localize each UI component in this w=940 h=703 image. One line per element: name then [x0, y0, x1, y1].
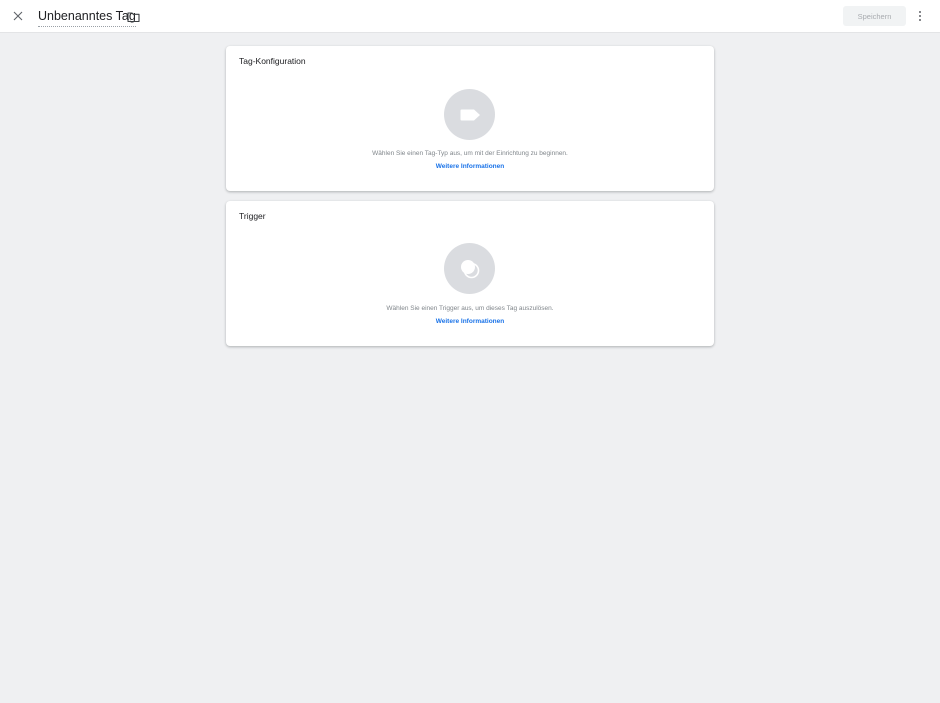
tag-icon	[444, 89, 495, 140]
card-description: Wählen Sie einen Tag-Typ aus, um mit der…	[372, 150, 568, 157]
card-description: Wählen Sie einen Trigger aus, um dieses …	[386, 305, 554, 312]
trigger-card[interactable]: Trigger Wählen Sie einen Trigger aus, um…	[226, 201, 714, 346]
folder-icon[interactable]	[127, 10, 140, 23]
learn-more-link-wrapper: Weitere Informationen	[226, 318, 714, 325]
close-icon[interactable]	[11, 9, 25, 23]
tag-name-field[interactable]: Unbenanntes Tag	[38, 9, 136, 27]
learn-more-link-wrapper: Weitere Informationen	[226, 163, 714, 170]
learn-more-link[interactable]: Weitere Informationen	[436, 163, 505, 170]
tag-configuration-card[interactable]: Tag-Konfiguration Wählen Sie einen Tag-T…	[226, 46, 714, 191]
trigger-icon	[444, 243, 495, 294]
save-button[interactable]: Speichern	[843, 6, 906, 26]
learn-more-link[interactable]: Weitere Informationen	[436, 318, 505, 325]
more-vert-icon[interactable]	[915, 9, 925, 23]
card-title: Tag-Konfiguration	[239, 56, 306, 66]
card-title: Trigger	[239, 211, 266, 221]
top-bar: Unbenanntes Tag Speichern	[0, 0, 940, 33]
